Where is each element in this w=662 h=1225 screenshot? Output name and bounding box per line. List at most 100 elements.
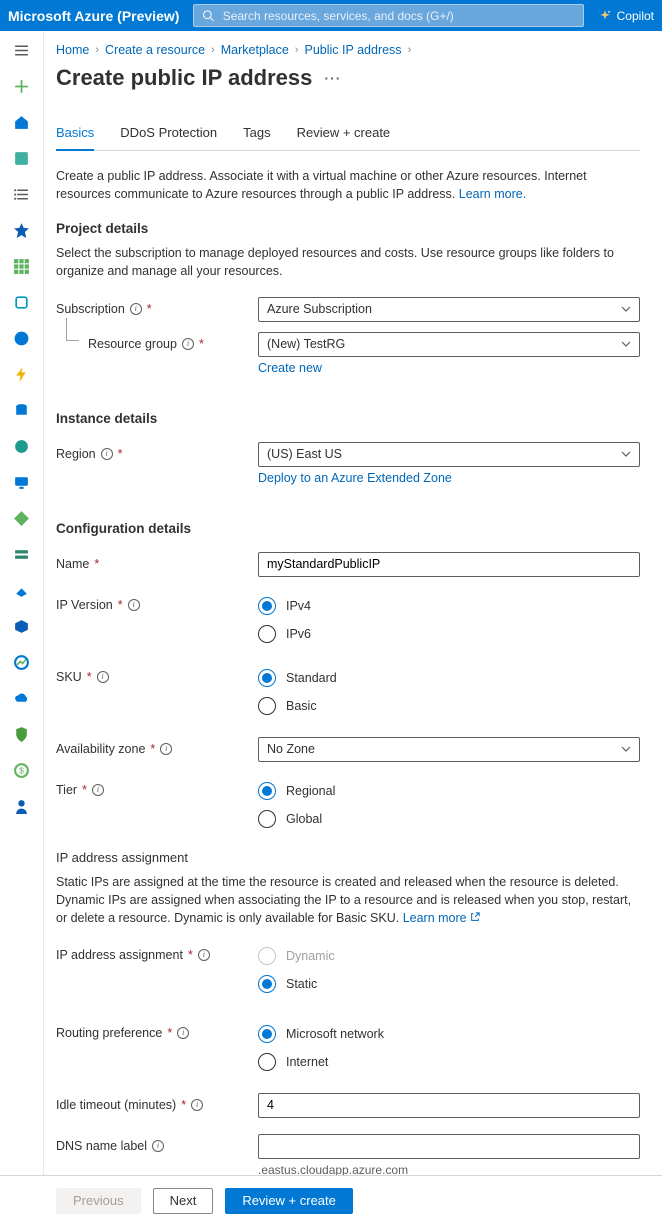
sidebar-dashboard[interactable] <box>8 145 36 171</box>
sidebar-advisor[interactable] <box>8 685 36 711</box>
sidebar-cost[interactable]: $ <box>8 757 36 783</box>
radio-icon <box>258 782 276 800</box>
crumb-marketplace[interactable]: Marketplace <box>221 43 289 57</box>
info-icon[interactable]: i <box>182 338 194 350</box>
global-search[interactable] <box>193 4 583 27</box>
az-select[interactable]: No Zone <box>258 737 640 762</box>
svg-text:$: $ <box>19 765 24 775</box>
sidebar-storage[interactable] <box>8 541 36 567</box>
name-label: Name * <box>56 552 258 571</box>
sidebar-list[interactable] <box>8 181 36 207</box>
info-icon[interactable]: i <box>198 949 210 961</box>
copilot-icon <box>598 9 612 23</box>
radio-internet[interactable]: Internet <box>258 1053 640 1071</box>
radio-icon <box>258 697 276 715</box>
extended-zone-link[interactable]: Deploy to an Azure Extended Zone <box>258 471 452 485</box>
review-create-button[interactable]: Review + create <box>225 1188 353 1214</box>
radio-msnetwork[interactable]: Microsoft network <box>258 1025 640 1043</box>
crumb-create[interactable]: Create a resource <box>105 43 205 57</box>
create-new-link[interactable]: Create new <box>258 361 322 375</box>
radio-icon <box>258 810 276 828</box>
sidebar-loadbalancer[interactable] <box>8 505 36 531</box>
cloud-icon <box>13 690 30 707</box>
subscription-select[interactable]: Azure Subscription <box>258 297 640 322</box>
list-icon <box>13 186 30 203</box>
sidebar-security[interactable] <box>8 721 36 747</box>
info-icon[interactable]: i <box>92 784 104 796</box>
idle-input[interactable] <box>267 1098 631 1112</box>
info-icon[interactable]: i <box>152 1140 164 1152</box>
sidebar-add[interactable] <box>8 73 36 99</box>
database-icon <box>13 402 30 419</box>
region-label: Region i * <box>56 442 258 461</box>
sidebar-monitor[interactable] <box>8 649 36 675</box>
sidebar-allresources[interactable] <box>8 253 36 279</box>
chart-icon <box>13 654 30 671</box>
sidebar-sql[interactable] <box>8 397 36 423</box>
search-input[interactable] <box>223 9 575 23</box>
external-link-icon <box>470 912 480 922</box>
radio-global[interactable]: Global <box>258 810 640 828</box>
tab-ddos[interactable]: DDoS Protection <box>120 117 217 150</box>
tabs: Basics DDoS Protection Tags Review + cre… <box>56 117 640 151</box>
rg-select[interactable]: (New) TestRG <box>258 332 640 357</box>
tab-basics[interactable]: Basics <box>56 117 94 150</box>
next-button[interactable]: Next <box>153 1188 214 1214</box>
plus-icon <box>13 78 30 95</box>
sidebar-help[interactable] <box>8 793 36 819</box>
tab-review[interactable]: Review + create <box>297 117 391 150</box>
chevron-right-icon: › <box>408 44 412 56</box>
radio-standard[interactable]: Standard <box>258 669 640 687</box>
radio-ipv4[interactable]: IPv4 <box>258 597 640 615</box>
copilot-button[interactable]: Copilot <box>598 9 654 23</box>
info-icon[interactable]: i <box>130 303 142 315</box>
sidebar-favorites[interactable] <box>8 217 36 243</box>
section-instance: Instance details <box>56 411 640 426</box>
cosmos-icon <box>13 438 30 455</box>
more-icon[interactable]: ··· <box>324 70 341 86</box>
cost-icon: $ <box>13 762 30 779</box>
dns-input-wrap[interactable] <box>258 1134 640 1159</box>
assignment-heading: IP address assignment <box>56 850 640 865</box>
info-icon[interactable]: i <box>177 1027 189 1039</box>
routing-label: Routing preference * i <box>56 1021 258 1040</box>
sidebar-functions[interactable] <box>8 361 36 387</box>
tab-tags[interactable]: Tags <box>243 117 270 150</box>
person-icon <box>13 798 30 815</box>
sidebar-resource-groups[interactable] <box>8 289 36 315</box>
sidebar-vnet[interactable] <box>8 577 36 603</box>
dns-input[interactable] <box>267 1139 631 1153</box>
content: Home › Create a resource › Marketplace ›… <box>44 31 662 1225</box>
crumb-home[interactable]: Home <box>56 43 89 57</box>
section-config: Configuration details <box>56 521 640 536</box>
idle-input-wrap[interactable] <box>258 1093 640 1118</box>
sidebar-cosmos[interactable] <box>8 433 36 459</box>
radio-static[interactable]: Static <box>258 975 640 993</box>
sku-label: SKU * i <box>56 665 258 684</box>
globe-icon <box>13 330 30 347</box>
dns-label: DNS name label i <box>56 1134 258 1153</box>
sidebar-appservices[interactable] <box>8 325 36 351</box>
region-select[interactable]: (US) East US <box>258 442 640 467</box>
info-icon[interactable]: i <box>128 599 140 611</box>
sidebar-menu[interactable] <box>8 37 36 63</box>
radio-regional[interactable]: Regional <box>258 782 640 800</box>
sidebar-vm[interactable] <box>8 469 36 495</box>
chevron-right-icon: › <box>211 44 215 56</box>
tier-label: Tier * i <box>56 778 258 797</box>
info-icon[interactable]: i <box>97 671 109 683</box>
sidebar-home[interactable] <box>8 109 36 135</box>
brand[interactable]: Microsoft Azure (Preview) <box>8 8 179 24</box>
name-input[interactable] <box>267 557 631 571</box>
radio-basic[interactable]: Basic <box>258 697 640 715</box>
info-icon[interactable]: i <box>160 743 172 755</box>
radio-icon <box>258 1053 276 1071</box>
learn-more-link[interactable]: Learn more. <box>459 187 526 201</box>
info-icon[interactable]: i <box>101 448 113 460</box>
radio-ipv6[interactable]: IPv6 <box>258 625 640 643</box>
crumb-publicip[interactable]: Public IP address <box>305 43 402 57</box>
info-icon[interactable]: i <box>191 1099 203 1111</box>
name-input-wrap[interactable] <box>258 552 640 577</box>
sidebar-aad[interactable] <box>8 613 36 639</box>
learn-more-assignment[interactable]: Learn more <box>403 911 480 925</box>
